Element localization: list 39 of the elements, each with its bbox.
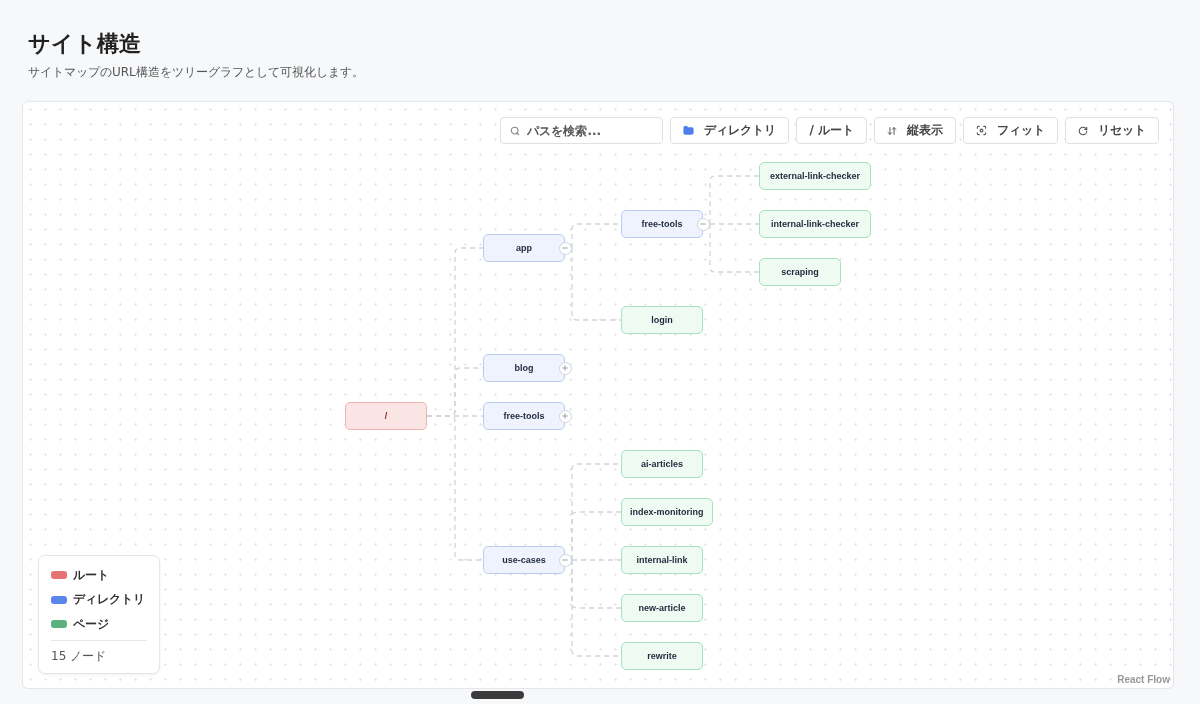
node-label: scraping [781, 266, 819, 278]
folder-icon [683, 125, 695, 136]
plus-icon [561, 412, 569, 420]
reset-button[interactable]: リセット [1065, 117, 1159, 144]
scrollbar-thumb[interactable] [471, 691, 524, 699]
legend-label: ルート [73, 566, 109, 584]
plus-icon [561, 364, 569, 372]
focus-frame-icon [976, 125, 987, 136]
node-label: internal-link [636, 554, 688, 566]
refresh-icon [1078, 125, 1088, 136]
minus-icon [699, 220, 707, 228]
minus-icon [561, 244, 569, 252]
node-label: free-tools [641, 218, 683, 230]
node-label: app [516, 242, 532, 254]
page-title: サイト構造 [28, 30, 142, 58]
node-label: free-tools [503, 410, 545, 422]
node-label: internal-link-checker [771, 218, 859, 230]
legend-label: ページ [73, 615, 109, 633]
node-label: ai-articles [641, 458, 683, 470]
up-down-arrows-icon [887, 125, 897, 136]
search-field[interactable]: パスを検索... [500, 117, 664, 144]
directory-button[interactable]: ディレクトリ [670, 117, 790, 144]
legend-label: ディレクトリ [73, 591, 145, 608]
node-label: external-link-checker [769, 170, 860, 182]
minus-icon [561, 556, 569, 564]
root-button[interactable]: / ルート [796, 117, 867, 144]
node-label: login [651, 314, 673, 326]
node-label: / [384, 410, 388, 422]
page-subtitle: サイトマップのURL構造をツリーグラフとして可視化します。 [28, 64, 365, 80]
node-label: blog [514, 362, 534, 374]
node-label: index-monitoring [630, 506, 704, 518]
search-input[interactable]: パスを検索... [527, 123, 654, 138]
node-label: rewrite [647, 650, 677, 662]
node-label: new-article [638, 602, 686, 614]
node-label: use-cases [502, 554, 546, 566]
fit-view-button[interactable]: フィット [963, 117, 1058, 144]
search-icon [510, 125, 521, 136]
node-count: 15 ノード [51, 648, 108, 664]
vertical-layout-button[interactable]: 縦表示 [874, 117, 956, 144]
